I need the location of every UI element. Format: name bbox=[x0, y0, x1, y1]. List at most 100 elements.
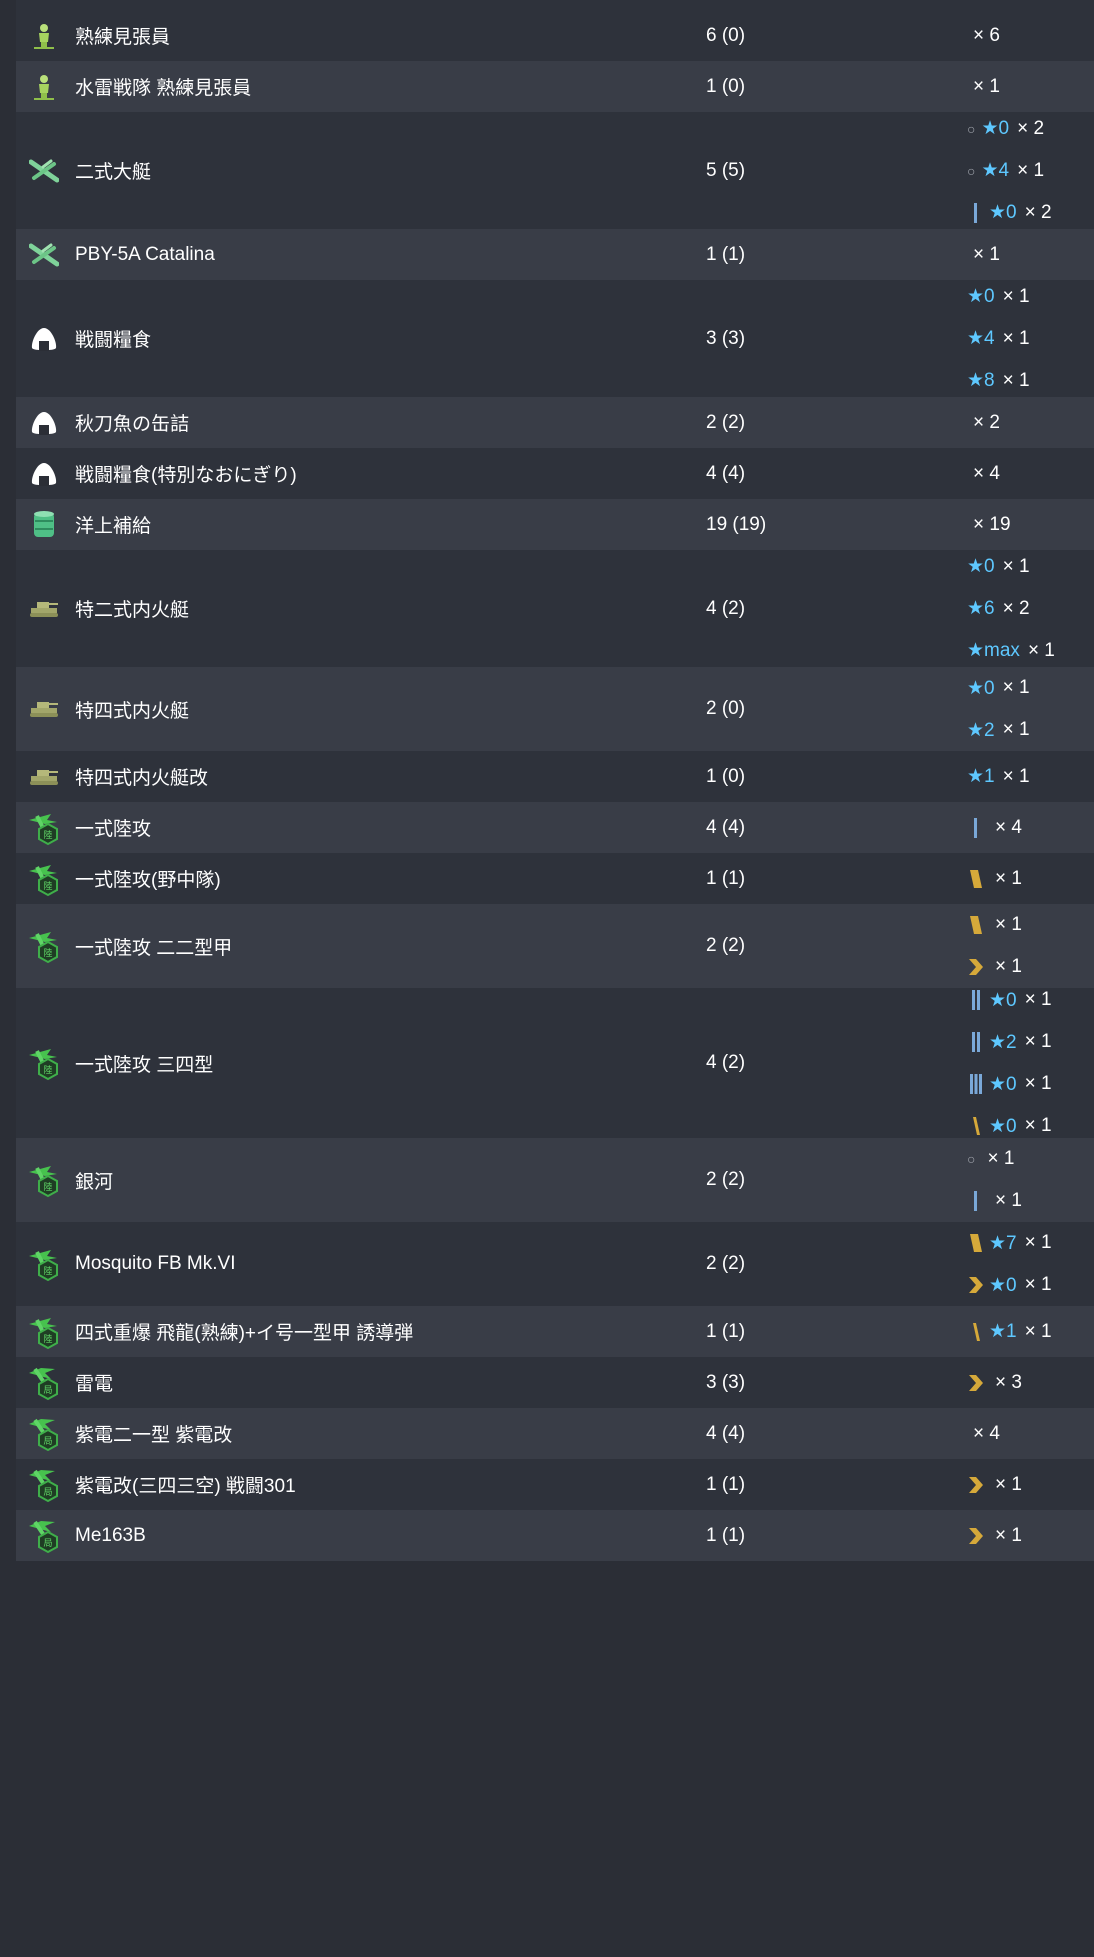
improvement-distribution: ★0 × 1 ★2 × 1 bbox=[967, 667, 1094, 751]
lookout-icon bbox=[27, 67, 61, 107]
equipment-name: 一式陸攻 bbox=[75, 819, 152, 840]
table-row: 陸 一式陸攻 三四型 4 (2) ★0 × 1 ★2 × 1 ★0 × 1 ★0 × 1 bbox=[16, 988, 1094, 1138]
svg-text:陸: 陸 bbox=[43, 1064, 52, 1076]
improvement-star-level: ★2 bbox=[989, 1031, 1017, 1053]
proficiency-gold-bar-icon bbox=[967, 1114, 985, 1138]
improvement-distribution: ○ ★0 × 2 ○ ★4 × 1 ★0 × 2 bbox=[967, 108, 1094, 234]
equipment-count: 1 (1) bbox=[706, 1320, 746, 1342]
improvement-distribution: × 6 bbox=[967, 15, 1094, 57]
proficiency-chevron-icon bbox=[967, 1473, 985, 1497]
equipment-name: 一式陸攻 二二型甲 bbox=[75, 937, 233, 959]
equipment-count: 4 (2) bbox=[706, 1052, 746, 1073]
equipment-name: 四式重爆 飛龍(熟練)+イ号一型甲 誘導弾 bbox=[75, 1323, 414, 1344]
quantity-label: × 1 bbox=[1002, 555, 1030, 577]
quantity-label: × 1 bbox=[1024, 1232, 1052, 1253]
equipment-count: 4 (4) bbox=[706, 816, 746, 838]
svg-text:局: 局 bbox=[43, 1385, 52, 1396]
equipment-name-cell: 局 雷電 bbox=[16, 1357, 706, 1408]
onigiri-icon bbox=[27, 403, 61, 443]
improvement-star-level: ★0 bbox=[989, 1274, 1017, 1296]
equipment-name-cell: 水雷戦隊 熟練見張員 bbox=[16, 61, 706, 112]
distribution-line: ★0 × 2 bbox=[967, 192, 1094, 234]
improvement-distribution: × 3 bbox=[967, 1362, 1094, 1404]
improvement-star-level: ★0 bbox=[967, 286, 995, 307]
distribution-line: ★1 × 1 bbox=[967, 756, 1094, 798]
equipment-name-cell: 局 紫電改(三四三空) 戦闘301 bbox=[16, 1459, 706, 1510]
quantity-label: × 2 bbox=[1002, 597, 1030, 619]
improvement-star-level: ★6 bbox=[967, 598, 995, 619]
distribution-line: × 1 bbox=[967, 858, 1094, 900]
distribution-line: ★0 × 1 bbox=[967, 1063, 1094, 1105]
equipment-count: 1 (0) bbox=[706, 765, 746, 787]
table-row: 秋刀魚の缶詰 2 (2) × 2 bbox=[16, 397, 1094, 448]
equipment-name-cell: 局 紫電二一型 紫電改 bbox=[16, 1408, 706, 1459]
quantity-label: × 19 bbox=[973, 513, 1011, 535]
equipment-count: 3 (3) bbox=[706, 327, 746, 349]
distribution-line: ★6 × 2 bbox=[967, 588, 1094, 630]
quantity-label: × 1 bbox=[1024, 989, 1052, 1010]
improvement-star-level: ★4 bbox=[967, 328, 995, 349]
table-body: 熟練見張員 6 (0) × 6 水雷戦隊 熟練見張員 1 (0) × 1 二式大艇 5 (5)… bbox=[16, 10, 1094, 1561]
equipment-name: 特四式内火艇 bbox=[75, 700, 190, 722]
equipment-name: 銀河 bbox=[75, 1171, 114, 1193]
table-row: PBY-5A Catalina 1 (1) × 1 bbox=[16, 229, 1094, 280]
improvement-star-level: ★0 bbox=[989, 989, 1017, 1011]
table-row: 局 紫電二一型 紫電改 4 (4) × 4 bbox=[16, 1408, 1094, 1459]
improvement-distribution: ★1 × 1 bbox=[967, 1311, 1094, 1353]
improvement-star-level: ★0 bbox=[967, 556, 995, 577]
equipment-count: 2 (0) bbox=[706, 698, 746, 719]
svg-text:陸: 陸 bbox=[43, 1265, 52, 1277]
quantity-label: × 1 bbox=[1024, 1031, 1052, 1052]
distribution-line: ★2 × 1 bbox=[967, 1021, 1094, 1063]
equipment-name: 水雷戦隊 熟練見張員 bbox=[75, 78, 252, 99]
equipment-name-cell: 特二式内火艇 bbox=[16, 550, 706, 667]
land-attacker-icon: 陸 bbox=[27, 808, 61, 848]
land-attacker-icon: 陸 bbox=[27, 1244, 61, 1284]
distribution-line: × 4 bbox=[967, 453, 1094, 495]
improvement-distribution: ★0 × 1 ★4 × 1 ★8 × 1 bbox=[967, 276, 1094, 402]
quantity-label: × 1 bbox=[1024, 1073, 1052, 1094]
table-row: 陸 一式陸攻(野中隊) 1 (1) × 1 bbox=[16, 853, 1094, 904]
equipment-count: 1 (1) bbox=[706, 1473, 746, 1495]
proficiency-chevron-icon bbox=[967, 955, 985, 979]
distribution-line: × 6 bbox=[967, 15, 1094, 57]
table-row: 陸 一式陸攻 4 (4) × 4 bbox=[16, 802, 1094, 853]
quantity-label: × 1 bbox=[995, 1190, 1022, 1211]
equipment-name: 一式陸攻(野中隊) bbox=[75, 870, 221, 891]
distribution-line: × 2 bbox=[967, 402, 1094, 444]
quantity-label: × 1 bbox=[1002, 369, 1030, 391]
table-row: 特四式内火艇改 1 (0) ★1 × 1 bbox=[16, 751, 1094, 802]
quantity-label: × 1 bbox=[995, 1524, 1022, 1546]
flying-boat-icon bbox=[27, 151, 61, 191]
improvement-distribution: × 1 bbox=[967, 858, 1094, 900]
distribution-line: ★max × 1 bbox=[967, 630, 1094, 672]
onigiri-icon bbox=[27, 454, 61, 494]
quantity-label: × 1 bbox=[995, 1473, 1022, 1495]
distribution-line: × 1 bbox=[967, 1464, 1094, 1506]
improvement-star-level: ★7 bbox=[989, 1232, 1017, 1254]
quantity-label: × 1 bbox=[1024, 1115, 1052, 1136]
table-row: 局 雷電 3 (3) × 3 bbox=[16, 1357, 1094, 1408]
svg-text:陸: 陸 bbox=[43, 1181, 52, 1193]
equipment-name: 紫電改(三四三空) 戦闘301 bbox=[75, 1476, 296, 1497]
svg-text:局: 局 bbox=[43, 1487, 52, 1498]
table-row: 水雷戦隊 熟練見張員 1 (0) × 1 bbox=[16, 61, 1094, 112]
proficiency-gold-bar-icon bbox=[967, 1320, 985, 1344]
quantity-label: × 1 bbox=[1024, 1274, 1052, 1295]
improvement-star-level: ★0 bbox=[989, 1073, 1017, 1095]
improvement-distribution: ★0 × 1 ★2 × 1 ★0 × 1 ★0 × 1 bbox=[967, 979, 1094, 1147]
improvement-star-level: ★0 bbox=[981, 118, 1010, 139]
quantity-label: × 1 bbox=[1002, 765, 1030, 787]
distribution-line: × 3 bbox=[967, 1362, 1094, 1404]
distribution-line: ★7 × 1 bbox=[967, 1222, 1094, 1264]
improvement-distribution: ★7 × 1 ★0 × 1 bbox=[967, 1222, 1094, 1306]
svg-text:局: 局 bbox=[43, 1538, 52, 1549]
quantity-label: × 1 bbox=[1002, 327, 1030, 349]
table-row: 熟練見張員 6 (0) × 6 bbox=[16, 10, 1094, 61]
quantity-label: × 2 bbox=[1024, 201, 1052, 223]
distribution-line: ★0 × 1 bbox=[967, 667, 1094, 709]
improvement-distribution: × 1 bbox=[967, 1464, 1094, 1506]
equipment-name-cell: 特四式内火艇 bbox=[16, 667, 706, 751]
drum-icon bbox=[27, 505, 61, 545]
distribution-line: × 1 bbox=[967, 1515, 1094, 1557]
